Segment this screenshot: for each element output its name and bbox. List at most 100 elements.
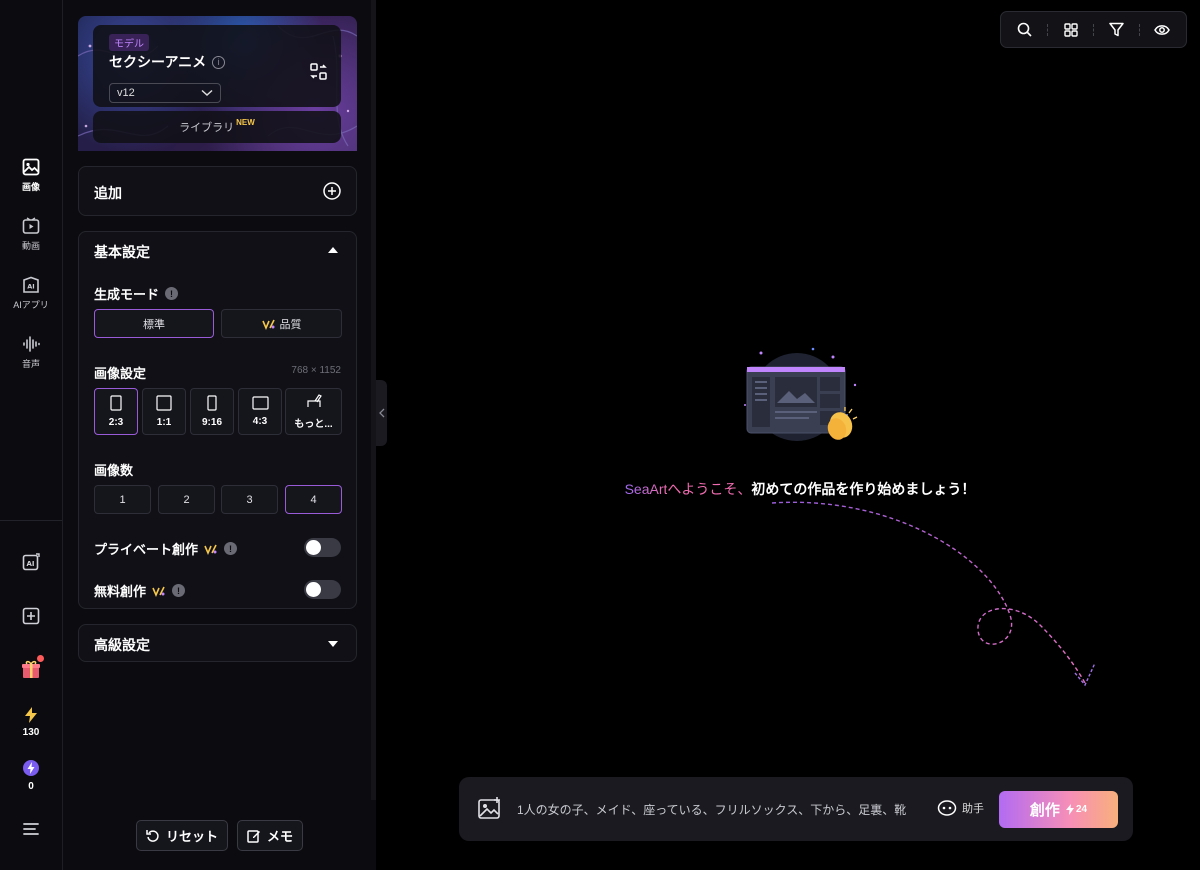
model-banner: モデル セクシーアニメ i v12 ライブラリ NEW bbox=[78, 16, 357, 151]
create-button[interactable]: 創作 24 bbox=[999, 791, 1118, 828]
chevron-up-icon[interactable] bbox=[327, 246, 339, 254]
image-count-label-text: 画像数 bbox=[94, 463, 134, 478]
vip-icon bbox=[204, 544, 217, 555]
private-create-text: プライベート創作 bbox=[94, 542, 199, 557]
add-section-title: 追加 bbox=[94, 185, 122, 201]
rail-divider bbox=[0, 520, 62, 521]
rail-energy[interactable]: 130 bbox=[0, 707, 62, 738]
welcome-illustration bbox=[744, 347, 858, 441]
settings-panel: モデル セクシーアニメ i v12 ライブラリ NEW 追加 基本設定 生成モー… bbox=[63, 0, 376, 870]
visibility-button[interactable] bbox=[1149, 17, 1175, 43]
ai-app-icon: AI bbox=[23, 276, 39, 293]
advanced-settings-section[interactable]: 高級設定 bbox=[78, 624, 357, 662]
count-1-button[interactable]: 1 bbox=[94, 485, 151, 514]
collapse-panel-handle[interactable] bbox=[376, 380, 387, 446]
svg-text:AI: AI bbox=[26, 560, 34, 568]
left-rail: 画像 動画 AI AIアプリ 音声 AI 130 0 bbox=[0, 0, 63, 870]
lightning-icon bbox=[25, 707, 37, 723]
library-button[interactable]: ライブラリ NEW bbox=[93, 111, 341, 143]
ratio-2-3-button[interactable]: 2:3 bbox=[94, 388, 138, 435]
mode-label-text: 生成モード bbox=[94, 287, 160, 302]
plus-circle-icon[interactable] bbox=[323, 182, 341, 200]
add-section[interactable]: 追加 bbox=[78, 166, 357, 216]
audio-wave-icon bbox=[23, 336, 40, 352]
reset-button[interactable]: リセット bbox=[136, 820, 228, 851]
mode-quality-button[interactable]: 品質 bbox=[221, 309, 342, 338]
image-settings-label: 画像設定 bbox=[94, 363, 146, 382]
version-select[interactable]: v12 bbox=[109, 83, 221, 103]
energy-count: 130 bbox=[22, 727, 40, 738]
free-create-toggle[interactable] bbox=[304, 580, 341, 599]
memo-label: メモ bbox=[266, 829, 293, 844]
count-2-label: 2 bbox=[183, 493, 190, 506]
assistant-label: 助手 bbox=[962, 803, 984, 815]
ratio-1-1-button[interactable]: 1:1 bbox=[142, 388, 186, 435]
prompt-input[interactable]: 1人の女の子、メイド、座っている、フリルソックス、下から、足裏、靴 bbox=[517, 801, 929, 818]
ratio-9-16-button[interactable]: 9:16 bbox=[190, 388, 234, 435]
help-icon[interactable]: ! bbox=[165, 287, 179, 300]
ratio-4-3-button[interactable]: 4:3 bbox=[238, 388, 282, 435]
info-icon[interactable]: i bbox=[212, 55, 226, 69]
rail-stamina[interactable]: 0 bbox=[0, 759, 62, 792]
rail-item-video[interactable]: 動画 bbox=[0, 217, 62, 252]
view-toolbar bbox=[1000, 11, 1187, 48]
version-value: v12 bbox=[117, 87, 135, 99]
help-icon[interactable]: ! bbox=[224, 542, 238, 555]
portrait-ratio-icon bbox=[110, 395, 122, 411]
add-image-icon[interactable] bbox=[477, 796, 503, 822]
toolbar-divider bbox=[1138, 23, 1140, 36]
reset-icon bbox=[146, 829, 159, 842]
help-icon[interactable]: ! bbox=[172, 584, 186, 597]
free-create-label: 無料創作 ! bbox=[94, 581, 186, 600]
filter-icon bbox=[1109, 22, 1124, 37]
memo-button[interactable]: メモ bbox=[237, 820, 303, 851]
guide-arrow bbox=[771, 501, 1096, 687]
create-cost-value: 24 bbox=[1075, 804, 1088, 815]
toolbar-divider bbox=[1047, 23, 1049, 36]
ratio-1-1-label: 1:1 bbox=[156, 417, 172, 428]
private-create-toggle[interactable] bbox=[304, 538, 341, 557]
memo-icon bbox=[247, 829, 260, 843]
search-button[interactable] bbox=[1012, 17, 1038, 43]
rail-label-video: 動画 bbox=[21, 241, 40, 251]
create-label: 創作 bbox=[1029, 802, 1060, 819]
rail-menu[interactable] bbox=[0, 822, 62, 836]
rail-item-ai-app[interactable]: AI AIアプリ bbox=[0, 276, 62, 311]
count-3-label: 3 bbox=[246, 493, 253, 506]
mode-quality-label: 品質 bbox=[279, 318, 302, 331]
assistant-button[interactable]: 助手 bbox=[937, 799, 984, 817]
menu-icon bbox=[23, 823, 39, 835]
rail-item-image[interactable]: 画像 bbox=[0, 158, 62, 193]
count-4-label: 4 bbox=[310, 493, 317, 506]
rail-item-audio[interactable]: 音声 bbox=[0, 335, 62, 370]
model-card[interactable]: モデル セクシーアニメ i v12 bbox=[93, 25, 341, 107]
ratio-more-button[interactable]: もっと... bbox=[285, 388, 342, 435]
image-settings-label-text: 画像設定 bbox=[94, 366, 147, 381]
video-icon bbox=[22, 217, 40, 234]
rail-label-image: 画像 bbox=[21, 182, 40, 192]
square-ratio-icon bbox=[156, 395, 172, 411]
count-2-button[interactable]: 2 bbox=[158, 485, 215, 514]
count-3-button[interactable]: 3 bbox=[221, 485, 278, 514]
count-4-button[interactable]: 4 bbox=[285, 485, 342, 514]
rail-add[interactable] bbox=[0, 607, 62, 625]
basic-settings-title: 基本設定 bbox=[94, 244, 150, 260]
search-icon bbox=[1017, 22, 1032, 37]
filter-button[interactable] bbox=[1103, 17, 1129, 43]
stamina-count: 0 bbox=[28, 781, 34, 792]
svg-text:AI: AI bbox=[27, 283, 34, 291]
grid-view-button[interactable] bbox=[1058, 17, 1084, 43]
swap-model-icon[interactable] bbox=[310, 63, 327, 80]
mode-standard-button[interactable]: 標準 bbox=[94, 309, 214, 338]
custom-ratio-icon bbox=[306, 394, 322, 407]
ratio-more-label: もっと... bbox=[294, 419, 333, 430]
ratio-4-3-label: 4:3 bbox=[252, 416, 268, 427]
chevron-left-icon bbox=[378, 408, 384, 418]
chevron-down-icon[interactable] bbox=[327, 640, 339, 648]
count-1-label: 1 bbox=[119, 493, 126, 506]
rail-ai-tool[interactable]: AI bbox=[0, 553, 62, 571]
grid-icon bbox=[1063, 22, 1078, 37]
rail-gift[interactable] bbox=[0, 655, 62, 680]
private-create-label: プライベート創作 ! bbox=[94, 539, 238, 558]
mode-label: 生成モード ! bbox=[94, 284, 179, 303]
